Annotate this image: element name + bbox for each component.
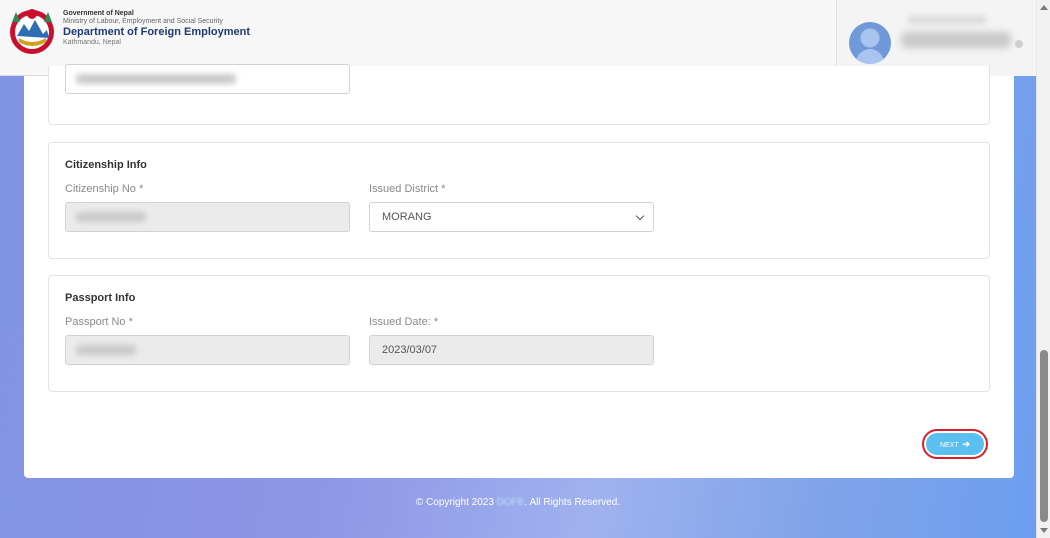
citizenship-no-redacted [76, 212, 146, 222]
form-card: Citizenship Info Citizenship No * Issued… [24, 64, 1014, 478]
copyright-prefix: © Copyright 2023 [415, 497, 497, 508]
passport-no-redacted [76, 345, 136, 355]
scroll-down-icon[interactable] [1040, 528, 1048, 533]
user-avatar-icon[interactable] [849, 22, 891, 64]
next-button-label: NEXT [939, 442, 959, 449]
issued-date-label: Issued Date: * [369, 316, 439, 328]
footer-brand-link[interactable]: DOFE [497, 497, 525, 508]
passport-no-label: Passport No * [65, 316, 133, 328]
issued-district-select[interactable]: MORANG [369, 202, 654, 232]
org-name-block: Government of Nepal Ministry of Labour, … [63, 10, 250, 47]
org-department: Department of Foreign Employment [63, 26, 251, 39]
user-role-redacted [907, 16, 987, 24]
org-government: Government of Nepal [63, 10, 134, 17]
copyright-suffix: . All Rights Reserved. [524, 497, 621, 508]
footer-copyright: © Copyright 2023 DOFE. All Rights Reserv… [0, 497, 1036, 508]
next-button[interactable]: NEXT ➔ [926, 433, 984, 455]
user-menu[interactable] [836, 0, 1036, 76]
issued-date-value: 2023/03/07 [382, 344, 438, 356]
passport-info-section: Passport Info Passport No * Issued Date:… [48, 275, 990, 392]
user-menu-toggle-icon[interactable] [1015, 40, 1023, 48]
user-name-redacted [901, 32, 1011, 48]
citizenship-no-field[interactable] [65, 202, 350, 232]
nepal-emblem-icon [10, 9, 54, 54]
issued-date-field[interactable]: 2023/03/07 [369, 335, 654, 365]
passport-section-title: Passport Info [65, 292, 136, 304]
passport-no-field[interactable] [65, 335, 350, 365]
org-ministry: Ministry of Labour, Employment and Socia… [63, 18, 223, 26]
issued-district-value: MORANG [382, 211, 432, 223]
chevron-down-icon [635, 211, 645, 221]
scroll-up-icon[interactable] [1040, 5, 1048, 10]
citizenship-info-section: Citizenship Info Citizenship No * Issued… [48, 142, 990, 259]
citizenship-section-title: Citizenship Info [65, 159, 147, 171]
scrollbar-thumb[interactable] [1040, 350, 1048, 522]
page-scrollbar[interactable] [1036, 0, 1050, 538]
arrow-right-icon: ➔ [962, 439, 971, 449]
contact-info-section [48, 64, 990, 125]
issued-district-label: Issued District * [369, 183, 446, 195]
citizenship-no-label: Citizenship No * [65, 183, 144, 195]
org-location: Kathmandu, Nepal [63, 38, 121, 46]
email-value-redacted [76, 74, 236, 84]
email-field[interactable] [65, 64, 350, 94]
